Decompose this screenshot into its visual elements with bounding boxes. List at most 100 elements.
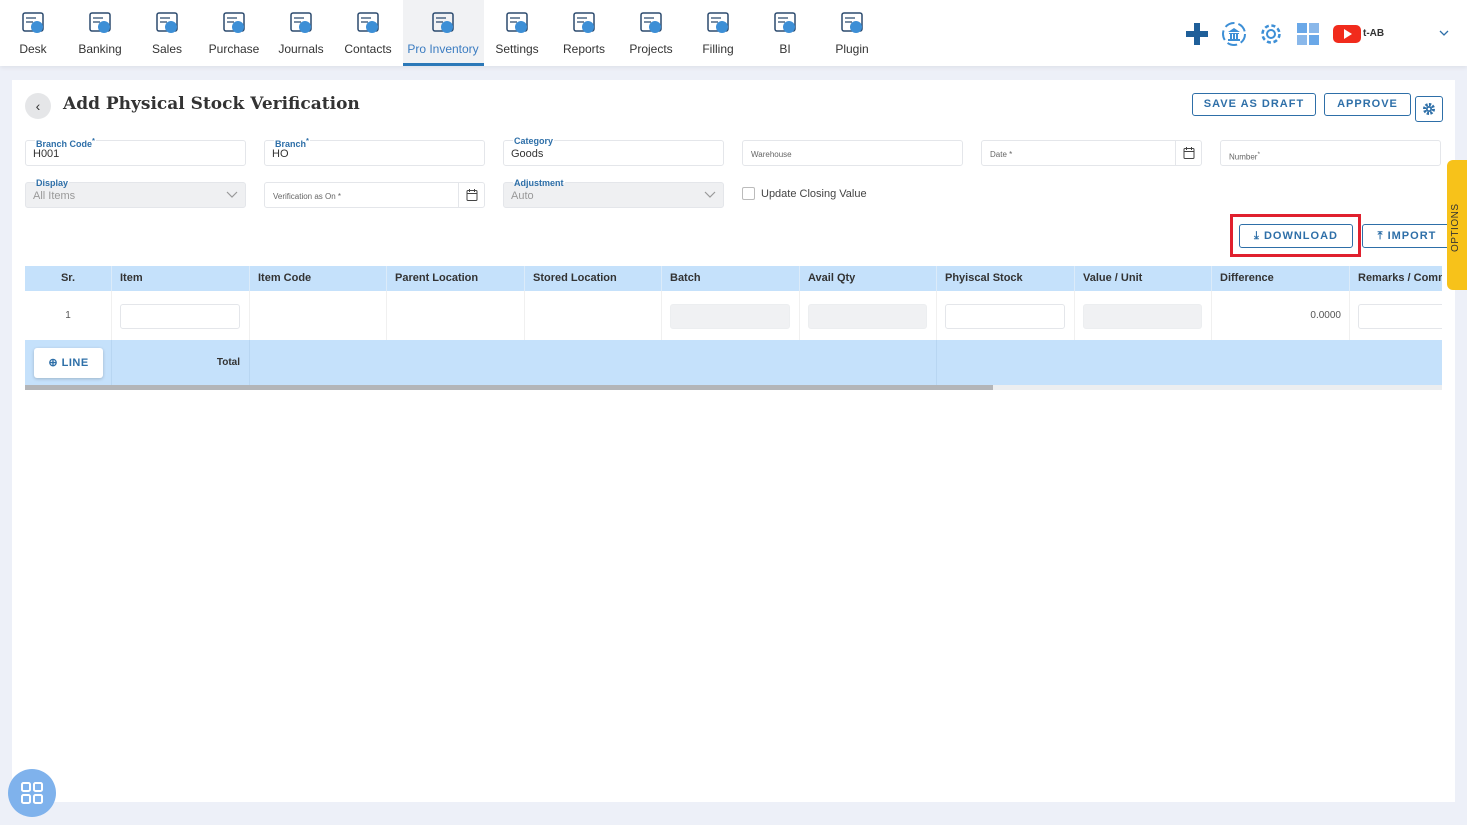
category-value: Goods (511, 148, 544, 160)
calculator-icon[interactable] (1296, 20, 1320, 48)
table-cell (662, 291, 800, 340)
update-closing-label[interactable]: Update Closing Value (761, 188, 867, 200)
calendar-icon[interactable] (1175, 141, 1201, 165)
nav-item-label: Journals (278, 42, 324, 56)
nav-item-purchase[interactable]: Purchase (198, 0, 270, 66)
nav-item-contacts[interactable]: Contacts (332, 0, 404, 66)
table-cell (1350, 291, 1442, 340)
column-header[interactable]: Remarks / Comm (1350, 266, 1442, 291)
date-field[interactable]: Date * (981, 140, 1202, 166)
column-header[interactable]: Value / Unit (1075, 266, 1212, 291)
table-cell (1075, 291, 1212, 340)
cell-input (670, 304, 790, 329)
column-header[interactable]: Sr. (25, 266, 112, 291)
import-button[interactable]: ⤒ IMPORT (1362, 224, 1452, 248)
bi-icon (774, 12, 796, 33)
add-line-button[interactable]: ⊕ LINE (34, 348, 103, 378)
nav-item-label: Projects (629, 42, 673, 56)
nav-item-label: Reports (562, 42, 606, 56)
contacts-icon (357, 12, 379, 33)
row-sr: 1 (65, 310, 71, 321)
total-label: Total (216, 357, 240, 368)
download-button[interactable]: ⤓ DOWNLOAD (1239, 224, 1353, 248)
column-header[interactable]: Avail Qty (800, 266, 937, 291)
nav-item-projects[interactable]: Projects (615, 0, 687, 66)
bank-sync-icon[interactable] (1220, 20, 1248, 48)
cell-input[interactable] (945, 304, 1065, 329)
plugin-icon (841, 12, 863, 33)
nav-item-label: Plugin (835, 42, 869, 56)
add-icon[interactable] (1185, 20, 1209, 48)
journals-icon (290, 12, 312, 33)
nav-item-label: Sales (151, 42, 183, 56)
chevron-down-icon (704, 191, 716, 198)
column-header[interactable]: Phyiscal Stock (937, 266, 1075, 291)
settings-button[interactable] (1415, 96, 1443, 122)
calendar-icon[interactable] (458, 183, 484, 207)
nav-item-label: Filling (702, 42, 734, 56)
table-cell (937, 291, 1075, 340)
verification-placeholder: Verification as On * (273, 192, 342, 201)
footer-cell: Total (112, 340, 250, 385)
number-placeholder: Number (1229, 152, 1258, 162)
column-header[interactable]: Stored Location (525, 266, 662, 291)
cell-input[interactable] (1358, 304, 1442, 329)
chevron-down-icon[interactable] (1438, 26, 1450, 54)
back-button[interactable]: ‹ (25, 93, 51, 119)
apps-menu-button[interactable] (8, 769, 56, 817)
verification-date-field[interactable]: Verification as On * (264, 182, 485, 208)
category-field[interactable]: Category Goods (503, 136, 724, 166)
youtube-icon[interactable] (1333, 20, 1361, 48)
required-mark: * (92, 136, 95, 145)
approve-button[interactable]: APPROVE (1324, 93, 1411, 116)
import-label: IMPORT (1387, 230, 1437, 242)
nav-item-bi[interactable]: BI (749, 0, 821, 66)
gear-icon[interactable] (1257, 20, 1285, 48)
column-header[interactable]: Difference (1212, 266, 1350, 291)
nav-item-pro-inventory[interactable]: Pro Inventory (402, 0, 484, 66)
number-field[interactable]: Number* (1220, 140, 1441, 166)
adjustment-select[interactable]: Adjustment Auto (503, 178, 724, 208)
column-header[interactable]: Item Code (250, 266, 387, 291)
branch-code-value: H001 (33, 148, 60, 160)
warehouse-field[interactable]: Warehouse (742, 140, 963, 166)
branch-field[interactable]: Branch* HO (264, 136, 485, 166)
update-closing-checkbox[interactable] (742, 187, 755, 200)
reports-icon (573, 12, 595, 33)
options-label: OPTIONS (1450, 203, 1461, 252)
user-label[interactable]: t-AB (1363, 28, 1384, 56)
scrollbar-thumb[interactable] (25, 385, 993, 390)
nav-item-label: Contacts (344, 42, 392, 56)
footer-cell: ⊕ LINE (25, 340, 112, 385)
branch-code-field[interactable]: Branch Code* H001 (25, 136, 246, 166)
nav-item-banking[interactable]: Banking (64, 0, 136, 66)
table-cell: 1 (25, 291, 112, 340)
display-select[interactable]: Display All Items (25, 178, 246, 208)
horizontal-scrollbar[interactable] (25, 385, 1442, 390)
plus-circle-icon: ⊕ (48, 357, 59, 369)
nav-item-settings[interactable]: Settings (481, 0, 553, 66)
branch-value: HO (272, 148, 289, 160)
footer-cell (250, 340, 937, 385)
download-label: DOWNLOAD (1263, 230, 1338, 242)
nav-item-filling[interactable]: Filling (682, 0, 754, 66)
nav-item-sales[interactable]: Sales (131, 0, 203, 66)
page-title: Add Physical Stock Verification (63, 94, 360, 114)
nav-item-journals[interactable]: Journals (265, 0, 337, 66)
options-tab[interactable]: OPTIONS (1447, 160, 1467, 290)
column-header[interactable]: Batch (662, 266, 800, 291)
category-label: Category (513, 136, 555, 146)
download-icon: ⤓ (1254, 230, 1260, 242)
save-as-draft-button[interactable]: SAVE AS DRAFT (1192, 93, 1316, 116)
column-header[interactable]: Parent Location (387, 266, 525, 291)
cell-input[interactable] (120, 304, 240, 329)
projects-icon (640, 12, 662, 33)
required-mark: * (1257, 151, 1261, 158)
difference-value: 0.0000 (1310, 310, 1341, 321)
nav-item-plugin[interactable]: Plugin (816, 0, 888, 66)
column-header[interactable]: Item (112, 266, 250, 291)
table-cell (800, 291, 937, 340)
filling-icon (707, 12, 729, 33)
nav-item-reports[interactable]: Reports (548, 0, 620, 66)
nav-item-desk[interactable]: Desk (0, 0, 69, 66)
